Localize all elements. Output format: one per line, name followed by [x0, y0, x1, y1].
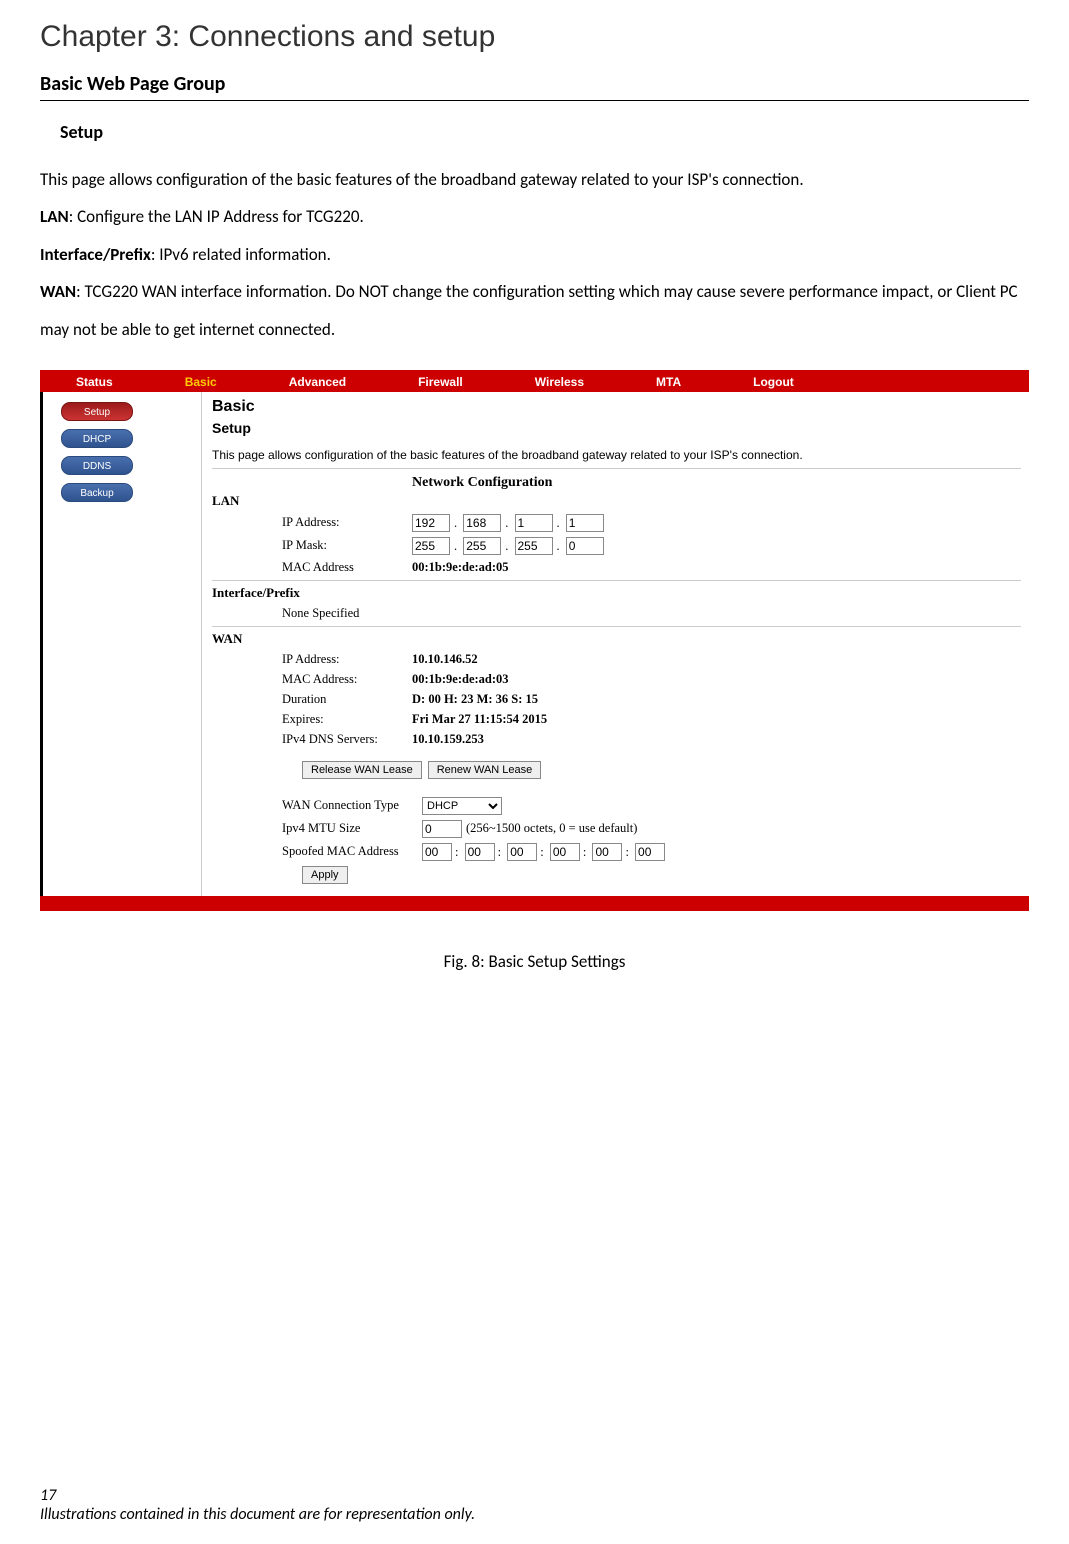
page-number: 17 [40, 1486, 475, 1505]
wan-mac-row: MAC Address: 00:1b:9e:de:ad:03 [212, 672, 1021, 687]
lan-paragraph: LAN: Configure the LAN IP Address for TC… [40, 198, 1029, 235]
spoof-mac-inputs: : : : : : [422, 843, 665, 861]
top-nav: Status Basic Advanced Firewall Wireless … [40, 370, 1029, 392]
divider [212, 580, 1021, 581]
content-h1: Basic [212, 398, 1021, 416]
spoof-mac-3[interactable] [507, 843, 537, 861]
tab-status[interactable]: Status [40, 375, 149, 389]
content-pane: Basic Setup This page allows configurati… [201, 392, 1029, 896]
wan-conn-type-row: WAN Connection Type DHCP [212, 797, 1021, 815]
lan-bold: LAN [40, 206, 69, 227]
chapter-title: Chapter 3: Connections and setup [40, 20, 1029, 54]
spoof-mac-label: Spoofed MAC Address [282, 844, 422, 859]
ifp-none-row: None Specified [212, 606, 1021, 621]
lan-mac-row: MAC Address 00:1b:9e:de:ad:05 [212, 560, 1021, 575]
wan-text: : TCG220 WAN interface information. Do N… [40, 281, 1018, 339]
embedded-screenshot: Status Basic Advanced Firewall Wireless … [40, 370, 1029, 911]
renew-wan-lease-button[interactable]: Renew WAN Lease [428, 761, 542, 779]
wan-ip-label: IP Address: [282, 652, 412, 667]
lan-text: : Configure the LAN IP Address for TCG22… [69, 206, 364, 227]
tab-logout[interactable]: Logout [717, 375, 830, 389]
tab-advanced[interactable]: Advanced [253, 375, 382, 389]
wan-duration-row: Duration D: 00 H: 23 M: 36 S: 15 [212, 692, 1021, 707]
lan-ip-row: IP Address: . . . [212, 514, 1021, 532]
page-footer: 17 Illustrations contained in this docum… [40, 1486, 475, 1524]
spoof-mac-row: Spoofed MAC Address : : : : : [212, 843, 1021, 861]
lan-ip-octet-1[interactable] [412, 514, 450, 532]
lan-mac-label: MAC Address [282, 560, 412, 575]
wan-mac-value: 00:1b:9e:de:ad:03 [412, 672, 509, 687]
network-config-title: Network Configuration [412, 475, 1021, 491]
wan-paragraph: WAN: TCG220 WAN interface information. D… [40, 273, 1029, 348]
body-text: This page allows configuration of the ba… [40, 161, 1029, 348]
wan-expires-row: Expires: Fri Mar 27 11:15:54 2015 [212, 712, 1021, 727]
wan-expires-value: Fri Mar 27 11:15:54 2015 [412, 712, 547, 727]
content-h2: Setup [212, 420, 1021, 436]
sidebar-item-setup[interactable]: Setup [61, 402, 133, 421]
lan-mask-octet-4[interactable] [566, 537, 604, 555]
tab-mta[interactable]: MTA [620, 375, 717, 389]
figure-caption: Fig. 8: Basic Setup Settings [40, 951, 1029, 972]
apply-row: Apply [212, 866, 1021, 884]
footer-disclaimer: Illustrations contained in this document… [40, 1505, 475, 1524]
intro-paragraph: This page allows configuration of the ba… [40, 161, 1029, 198]
ifp-bold: Interface/Prefix [40, 244, 151, 265]
lan-mask-inputs: . . . [412, 537, 604, 555]
spoof-mac-2[interactable] [465, 843, 495, 861]
mtu-label: Ipv4 MTU Size [282, 821, 422, 836]
wan-section-label: WAN [212, 631, 1021, 647]
footer-bar [40, 896, 1029, 911]
sidebar-item-backup[interactable]: Backup [61, 483, 133, 502]
spoof-mac-6[interactable] [635, 843, 665, 861]
divider [212, 626, 1021, 627]
mtu-hint: (256~1500 octets, 0 = use default) [466, 821, 637, 836]
mtu-row: Ipv4 MTU Size (256~1500 octets, 0 = use … [212, 820, 1021, 838]
lan-mask-label: IP Mask: [282, 538, 412, 553]
apply-button[interactable]: Apply [302, 866, 348, 884]
lan-section-label: LAN [212, 493, 1021, 509]
wan-conn-type-label: WAN Connection Type [282, 798, 422, 813]
wan-dns-row: IPv4 DNS Servers: 10.10.159.253 [212, 732, 1021, 747]
lan-ip-octet-3[interactable] [515, 514, 553, 532]
tab-basic[interactable]: Basic [149, 375, 253, 389]
wan-duration-value: D: 00 H: 23 M: 36 S: 15 [412, 692, 538, 707]
lan-mac-value: 00:1b:9e:de:ad:05 [412, 560, 509, 575]
sidebar: Setup DHCP DDNS Backup [43, 392, 201, 896]
wan-conn-type-select[interactable]: DHCP [422, 797, 502, 815]
section-heading: Basic Web Page Group [40, 72, 1029, 101]
lan-mask-octet-2[interactable] [463, 537, 501, 555]
subsection-heading: Setup [60, 121, 1029, 143]
spoof-mac-1[interactable] [422, 843, 452, 861]
ifp-none-text: None Specified [282, 606, 359, 621]
sidebar-item-dhcp[interactable]: DHCP [61, 429, 133, 448]
ifp-paragraph: Interface/Prefix: IPv6 related informati… [40, 236, 1029, 273]
lan-ip-label: IP Address: [282, 515, 412, 530]
spoof-mac-4[interactable] [550, 843, 580, 861]
wan-duration-label: Duration [282, 692, 412, 707]
release-wan-lease-button[interactable]: Release WAN Lease [302, 761, 422, 779]
tab-firewall[interactable]: Firewall [382, 375, 499, 389]
lan-ip-octet-4[interactable] [566, 514, 604, 532]
tab-wireless[interactable]: Wireless [499, 375, 620, 389]
ifp-section-label: Interface/Prefix [212, 585, 1021, 601]
wan-dns-value: 10.10.159.253 [412, 732, 484, 747]
ifp-text: : IPv6 related information. [151, 244, 331, 265]
lan-ip-inputs: . . . [412, 514, 604, 532]
lan-mask-octet-3[interactable] [515, 537, 553, 555]
wan-mac-label: MAC Address: [282, 672, 412, 687]
wan-expires-label: Expires: [282, 712, 412, 727]
wan-ip-row: IP Address: 10.10.146.52 [212, 652, 1021, 667]
wan-bold: WAN [40, 281, 76, 302]
lan-mask-octet-1[interactable] [412, 537, 450, 555]
lan-mask-row: IP Mask: . . . [212, 537, 1021, 555]
lan-ip-octet-2[interactable] [463, 514, 501, 532]
content-sub: This page allows configuration of the ba… [212, 448, 1021, 469]
mtu-input[interactable] [422, 820, 462, 838]
wan-dns-label: IPv4 DNS Servers: [282, 732, 412, 747]
wan-ip-value: 10.10.146.52 [412, 652, 478, 667]
sidebar-item-ddns[interactable]: DDNS [61, 456, 133, 475]
wan-lease-buttons: Release WAN Lease Renew WAN Lease [212, 761, 1021, 779]
spoof-mac-5[interactable] [592, 843, 622, 861]
